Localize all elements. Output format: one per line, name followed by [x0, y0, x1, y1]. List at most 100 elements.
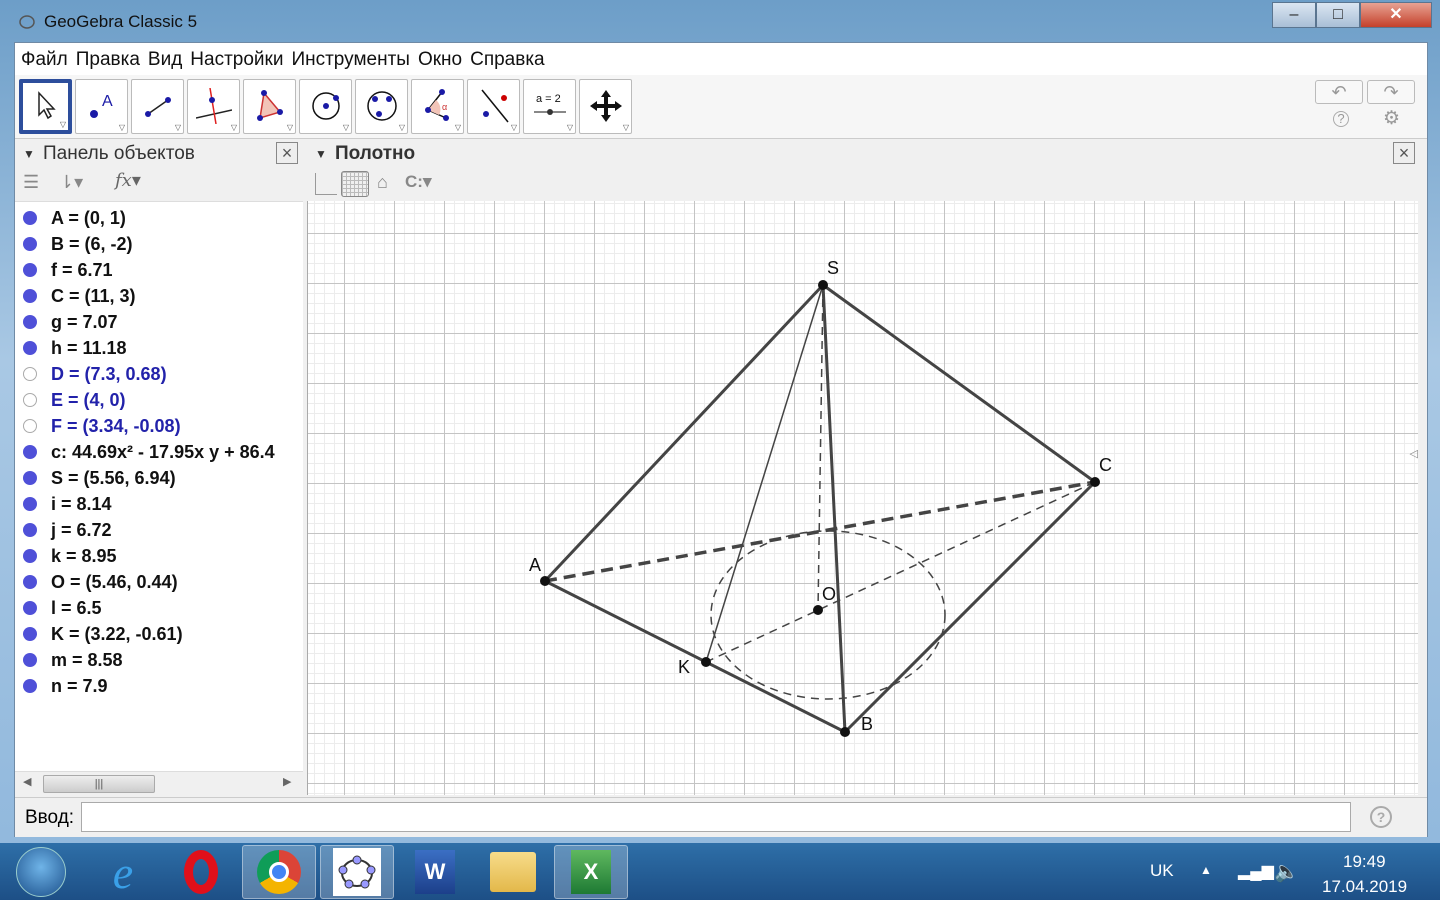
opera-icon[interactable] — [164, 845, 238, 899]
algebra-item[interactable]: j = 6.72 — [15, 517, 303, 543]
algebra-item[interactable]: k = 8.95 — [15, 543, 303, 569]
menu-view[interactable]: Вид — [148, 43, 190, 75]
sort-icon[interactable]: ⇂▾ — [59, 172, 83, 193]
algebra-item[interactable]: c: 44.69x² - 17.95x y + 86.4 — [15, 439, 303, 465]
maximize-button[interactable]: □ — [1316, 2, 1360, 28]
point-S[interactable] — [818, 280, 828, 290]
move-tool[interactable]: ▽ — [19, 79, 72, 134]
network-signal-icon[interactable]: ▂▄▆ — [1238, 861, 1274, 881]
grid-toggle-icon[interactable] — [341, 171, 369, 197]
word-icon[interactable]: W — [398, 845, 472, 899]
close-button[interactable]: ✕ — [1360, 2, 1432, 28]
visibility-toggle-icon[interactable] — [23, 471, 37, 485]
algebra-item[interactable]: i = 8.14 — [15, 491, 303, 517]
circle-three-points-tool[interactable]: ▽ — [355, 79, 408, 134]
algebra-item[interactable]: l = 6.5 — [15, 595, 303, 621]
file-explorer-icon[interactable] — [476, 845, 550, 899]
visibility-toggle-icon[interactable] — [23, 523, 37, 537]
segment-tool[interactable]: ▽ — [131, 79, 184, 134]
scroll-left-icon[interactable]: ◀ — [23, 775, 31, 788]
algebra-item[interactable]: n = 7.9 — [15, 673, 303, 699]
show-hidden-icons-icon[interactable]: ▲ — [1200, 863, 1212, 877]
visibility-toggle-icon[interactable] — [23, 393, 37, 407]
horizontal-scrollbar[interactable]: ◀ ||| ▶ — [15, 771, 303, 795]
side-panel-toggle-icon[interactable]: ◁ — [1410, 447, 1418, 460]
algebra-item[interactable]: D = (7.3, 0.68) — [15, 361, 303, 387]
input-field[interactable] — [81, 802, 1351, 832]
reflect-tool[interactable]: ▽ — [467, 79, 520, 134]
menu-help[interactable]: Справка — [470, 43, 553, 75]
visibility-toggle-icon[interactable] — [23, 315, 37, 329]
close-graphics-button[interactable]: × — [1393, 142, 1415, 164]
excel-icon[interactable]: X — [554, 845, 628, 899]
internet-explorer-icon[interactable]: e — [86, 845, 160, 899]
algebra-item[interactable]: O = (5.46, 0.44) — [15, 569, 303, 595]
visibility-toggle-icon[interactable] — [23, 237, 37, 251]
visibility-toggle-icon[interactable] — [23, 289, 37, 303]
collapse-triangle-icon[interactable]: ▼ — [315, 140, 327, 168]
point-A[interactable] — [540, 576, 550, 586]
polygon-tool[interactable]: ▽ — [243, 79, 296, 134]
point-capturing-icon[interactable]: C:▾ — [405, 172, 431, 192]
volume-icon[interactable]: 🔈 — [1274, 859, 1299, 884]
visibility-toggle-icon[interactable] — [23, 497, 37, 511]
scroll-right-icon[interactable]: ▶ — [283, 775, 291, 788]
algebra-item[interactable]: E = (4, 0) — [15, 387, 303, 413]
algebra-item[interactable]: g = 7.07 — [15, 309, 303, 335]
algebra-item[interactable]: C = (11, 3) — [15, 283, 303, 309]
point-B[interactable] — [840, 727, 850, 737]
move-graphics-tool[interactable]: ▽ — [579, 79, 632, 134]
collapse-triangle-icon[interactable]: ▼ — [23, 140, 35, 168]
visibility-toggle-icon[interactable] — [23, 679, 37, 693]
start-button[interactable] — [4, 845, 78, 899]
menu-edit[interactable]: Правка — [76, 43, 148, 75]
algebra-item[interactable]: f = 6.71 — [15, 257, 303, 283]
algebra-item[interactable]: B = (6, -2) — [15, 231, 303, 257]
perpendicular-line-tool[interactable]: ▽ — [187, 79, 240, 134]
menu-file[interactable]: Файл — [21, 43, 76, 75]
geogebra-taskbar-icon[interactable] — [320, 845, 394, 899]
visibility-toggle-icon[interactable] — [23, 211, 37, 225]
algebra-item[interactable]: F = (3.34, -0.08) — [15, 413, 303, 439]
close-algebra-button[interactable]: × — [276, 142, 298, 164]
point-C[interactable] — [1090, 477, 1100, 487]
circle-center-tool[interactable]: ▽ — [299, 79, 352, 134]
menu-window[interactable]: Окно — [418, 43, 470, 75]
algebra-item[interactable]: h = 11.18 — [15, 335, 303, 361]
algebra-item[interactable]: A = (0, 1) — [15, 205, 303, 231]
redo-button[interactable]: ↷ — [1367, 80, 1415, 104]
clock-time[interactable]: 19:49 — [1343, 852, 1386, 872]
clock-date[interactable]: 17.04.2019 — [1322, 877, 1407, 897]
visibility-toggle-icon[interactable] — [23, 367, 37, 381]
algebra-item[interactable]: K = (3.22, -0.61) — [15, 621, 303, 647]
menu-settings[interactable]: Настройки — [190, 43, 291, 75]
minimize-button[interactable]: – — [1272, 2, 1316, 28]
menu-tools[interactable]: Инструменты — [291, 43, 417, 75]
fx-icon[interactable]: fx▾ — [115, 170, 141, 191]
visibility-toggle-icon[interactable] — [23, 653, 37, 667]
language-indicator[interactable]: UK — [1150, 861, 1174, 881]
undo-button[interactable]: ↶ — [1315, 80, 1363, 104]
axes-toggle-icon[interactable] — [315, 173, 337, 195]
visibility-toggle-icon[interactable] — [23, 601, 37, 615]
visibility-toggle-icon[interactable] — [23, 419, 37, 433]
visibility-toggle-icon[interactable] — [23, 341, 37, 355]
point-O[interactable] — [813, 605, 823, 615]
visibility-toggle-icon[interactable] — [23, 549, 37, 563]
help-icon[interactable]: ? — [1333, 111, 1349, 127]
scroll-thumb[interactable]: ||| — [43, 775, 155, 793]
angle-tool[interactable]: α ▽ — [411, 79, 464, 134]
visibility-toggle-icon[interactable] — [23, 263, 37, 277]
gear-icon[interactable]: ⚙ — [1383, 107, 1400, 130]
input-help-icon[interactable]: ? — [1370, 806, 1392, 828]
visibility-toggle-icon[interactable] — [23, 575, 37, 589]
point-K[interactable] — [701, 657, 711, 667]
home-icon[interactable]: ⌂ — [377, 172, 388, 193]
chrome-icon[interactable] — [242, 845, 316, 899]
auxiliary-objects-icon[interactable]: ☰ — [23, 172, 39, 193]
algebra-item[interactable]: m = 8.58 — [15, 647, 303, 673]
point-tool[interactable]: A ▽ — [75, 79, 128, 134]
visibility-toggle-icon[interactable] — [23, 445, 37, 459]
algebra-item[interactable]: S = (5.56, 6.94) — [15, 465, 303, 491]
slider-tool[interactable]: a = 2 ▽ — [523, 79, 576, 134]
